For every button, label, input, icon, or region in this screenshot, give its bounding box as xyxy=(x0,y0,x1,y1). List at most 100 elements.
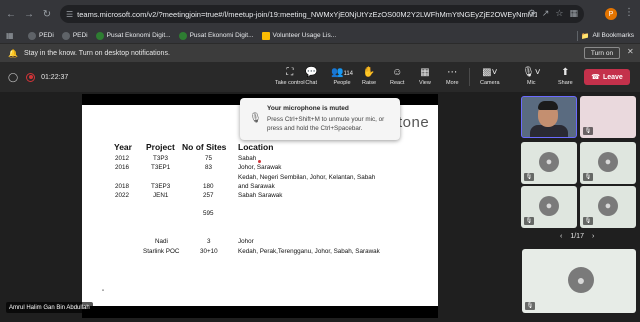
camera-off-icon: ▩˅ xyxy=(482,67,498,78)
url-text: teams.microsoft.com/v2/?meetingjoin=true… xyxy=(77,9,538,19)
turn-on-button[interactable]: Turn on xyxy=(584,47,620,59)
bell-icon: 🔔 xyxy=(8,48,18,58)
site-icon xyxy=(178,31,187,40)
mic-off-icon: 🎙˅ xyxy=(522,67,541,78)
address-bar[interactable]: ☰ teams.microsoft.com/v2/?meetingjoin=tr… xyxy=(60,5,584,23)
participant-tile[interactable]: ● 🎙 xyxy=(522,249,636,313)
avatar-icon: ● xyxy=(539,196,559,216)
react-button[interactable]: ☺ React xyxy=(390,66,404,90)
bookmark-volunteer-usage[interactable]: Volunteer Usage Lis... xyxy=(261,31,336,40)
raise-hand-button[interactable]: ✋ Raise xyxy=(362,66,376,90)
participant-tile[interactable]: ● 🎙 xyxy=(521,186,577,228)
apps-grid-icon[interactable]: ▦ xyxy=(6,31,20,40)
mic-off-icon: 🎙 xyxy=(525,302,535,310)
mic-off-icon: 🎙 xyxy=(583,217,593,225)
globe-icon xyxy=(61,31,70,40)
mic-off-icon: 🎙 xyxy=(583,173,593,181)
leave-button[interactable]: ☎ Leave xyxy=(584,69,630,85)
camera-button[interactable]: ▩˅ Camera xyxy=(480,66,500,90)
chevron-left-icon[interactable]: ‹ xyxy=(560,233,562,240)
folder-icon: 📁 xyxy=(581,32,590,40)
participant-tile[interactable]: 🎙 xyxy=(580,96,636,138)
grid-view-icon: ▦ xyxy=(420,67,430,78)
site-info-icon[interactable]: ☰ xyxy=(66,10,73,19)
extensions-icon[interactable]: ▦ xyxy=(569,8,578,19)
toast-body: Press Ctrl+Shift+M to unmute your mic, o… xyxy=(267,116,385,132)
bookmark-pusat-ekonomi-1[interactable]: Pusat Ekonomi Digit... xyxy=(95,31,171,40)
document-icon xyxy=(261,31,270,40)
people-button[interactable]: 👥114 People xyxy=(331,66,353,90)
bookmark-pedi-2[interactable]: PEDi xyxy=(61,31,88,40)
avatar-icon: ● xyxy=(598,152,618,172)
cell-year: 2016 xyxy=(115,164,130,171)
bookmark-star-icon[interactable]: ☆ xyxy=(555,8,563,19)
laser-pointer xyxy=(258,160,261,163)
bookmark-pusat-ekonomi-2[interactable]: Pusat Ekonomi Digit... xyxy=(178,31,254,40)
presenter-name-tag: Amrul Halim Gan Bin Abdullah xyxy=(6,302,93,313)
shield-icon[interactable]: ◯ xyxy=(8,72,18,83)
cell-sites: 257 xyxy=(203,192,214,199)
cell-sites: 75 xyxy=(205,155,213,162)
smiley-icon: ☺ xyxy=(392,67,403,78)
cell-sites: 3 xyxy=(207,238,211,245)
header-location: Location xyxy=(238,142,274,152)
chevron-right-icon[interactable]: › xyxy=(592,233,594,240)
profile-avatar[interactable]: P xyxy=(605,8,617,20)
pointer-icon: ⛶ xyxy=(286,67,294,78)
meeting-toolbar: ◯ 01:22:37 ⛶ Take control 💬 Chat 👥114 Pe… xyxy=(0,62,640,92)
slide-logo-text: tone xyxy=(398,114,430,131)
divider xyxy=(577,30,579,41)
cell-location: Kedah, Perak,Terengganu, Johor, Sabah, S… xyxy=(238,248,380,255)
cell-project: Starlink POC xyxy=(143,248,180,255)
cell-sites: 180 xyxy=(203,183,214,190)
close-icon[interactable]: ✕ xyxy=(627,47,634,56)
cell-location: Kedah, Negeri Sembilan, Johor, Kelantan,… xyxy=(238,174,376,181)
chat-button[interactable]: 💬 Chat xyxy=(305,66,317,90)
share-page-icon[interactable]: ↗ xyxy=(542,8,550,19)
participant-tile[interactable]: ● 🎙 xyxy=(580,186,636,228)
bookmarks-bar: ▦ PEDi PEDi Pusat Ekonomi Digit... Pusat… xyxy=(0,28,640,44)
mic-button[interactable]: 🎙˅ Mic xyxy=(522,66,541,90)
cell-project: T3EP3 xyxy=(151,183,171,190)
mic-muted-toast: 🎙 Your microphone is muted Press Ctrl+Sh… xyxy=(240,98,400,140)
translate-icon[interactable]: ⚙ xyxy=(528,8,536,19)
notification-text: Stay in the know. Turn on desktop notifi… xyxy=(23,49,170,57)
cell-year: 2012 xyxy=(115,155,130,162)
participant-pager: ‹ 1/17 › xyxy=(560,233,594,240)
participant-tile[interactable]: ● 🎙 xyxy=(580,142,636,184)
mic-off-icon: 🎙 xyxy=(524,217,534,225)
cell-location: and Sarawak xyxy=(238,183,275,190)
person-hair xyxy=(538,101,558,110)
notification-banner: 🔔 Stay in the know. Turn on desktop noti… xyxy=(0,44,640,62)
more-button[interactable]: ⋯ More xyxy=(446,66,459,90)
cell-project: T3EP1 xyxy=(151,164,171,171)
page-indicator: 1/17 xyxy=(570,233,584,240)
view-button[interactable]: ▦ View xyxy=(419,66,431,90)
toolbar-divider xyxy=(469,68,470,86)
participant-tile[interactable]: ● 🎙 xyxy=(521,142,577,184)
mic-off-icon: 🎙 xyxy=(524,173,534,181)
all-bookmarks[interactable]: 📁 All Bookmarks xyxy=(571,30,634,41)
header-year: Year xyxy=(114,142,132,152)
browser-menu-icon[interactable]: ⋮ xyxy=(624,7,634,18)
bookmark-pedi-1[interactable]: PEDi xyxy=(28,31,54,40)
site-icon xyxy=(95,31,104,40)
back-icon[interactable]: ← xyxy=(4,7,18,21)
mic-off-icon: 🎙 xyxy=(249,113,262,124)
participant-video-tile[interactable] xyxy=(521,96,577,138)
people-count: 114 xyxy=(343,71,354,77)
cell-project: T3P3 xyxy=(153,155,169,162)
browser-toolbar: ← → ↻ ☰ teams.microsoft.com/v2/?meetingj… xyxy=(0,0,640,28)
take-control-button[interactable]: ⛶ Take control xyxy=(275,66,305,90)
chat-icon: 💬 xyxy=(305,67,318,78)
cell-location: Sabah Sarawak xyxy=(238,192,283,199)
meeting-timer: 01:22:37 xyxy=(41,73,69,81)
cell-sites: 83 xyxy=(205,164,213,171)
reload-icon[interactable]: ↻ xyxy=(40,7,54,21)
cell-location: Johor xyxy=(238,238,254,245)
slide-quote-mark: " xyxy=(102,290,105,296)
share-button[interactable]: ⬆ Share xyxy=(558,66,573,90)
cell-location: Johor, Sarawak xyxy=(238,164,282,171)
forward-icon[interactable]: → xyxy=(22,7,36,21)
more-dots-icon: ⋯ xyxy=(447,67,458,78)
